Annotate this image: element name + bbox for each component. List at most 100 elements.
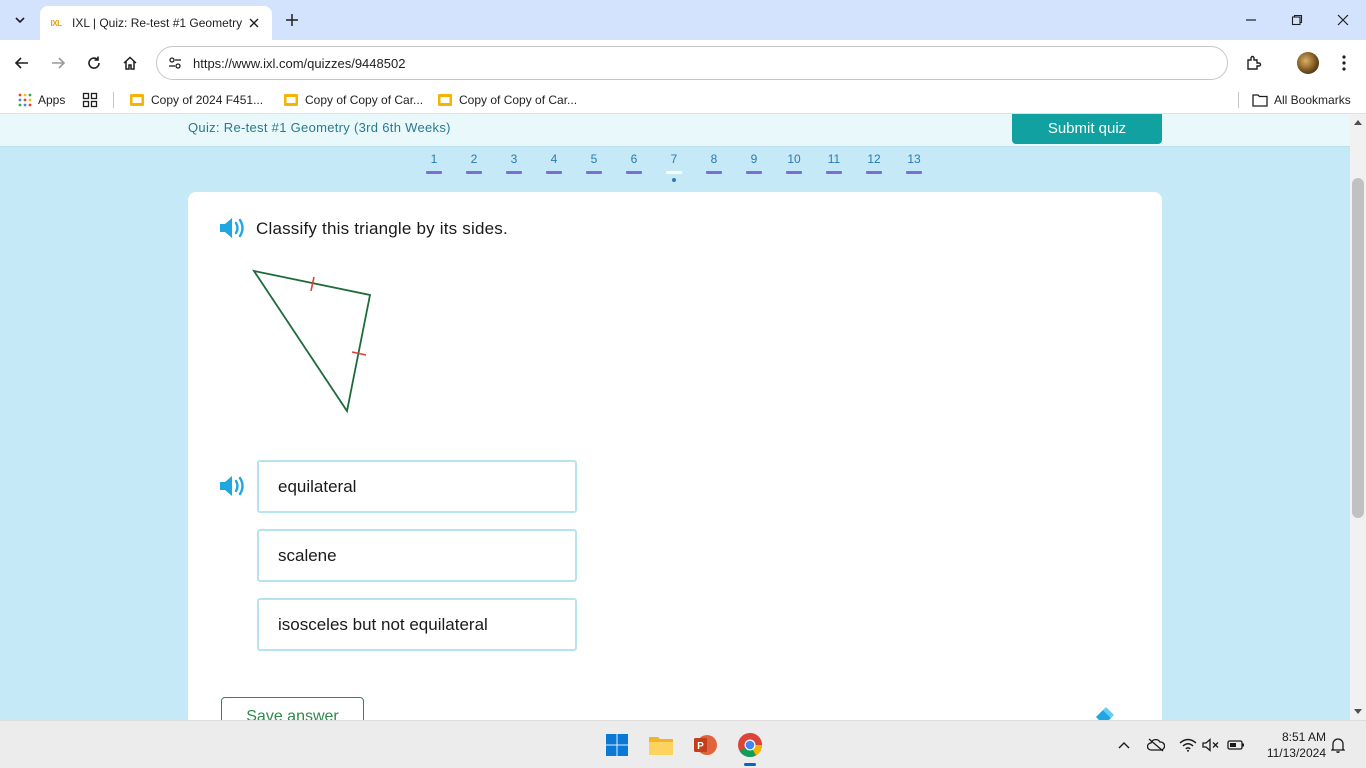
triangle-figure [252, 269, 372, 414]
page-scrollbar[interactable] [1350, 114, 1366, 720]
bookmark-tab-groups[interactable] [82, 90, 104, 110]
question-progress-bar [906, 171, 922, 174]
question-nav-item[interactable]: 1 [414, 152, 454, 182]
question-nav-number: 10 [787, 152, 801, 166]
site-settings-icon[interactable] [157, 55, 193, 71]
clock-date: 11/13/2024 [1266, 746, 1326, 760]
file-explorer-icon[interactable] [645, 729, 677, 761]
scrollbar-thumb[interactable] [1352, 178, 1364, 518]
active-app-indicator [744, 763, 756, 766]
avatar [1297, 52, 1319, 74]
triangle-shape [252, 269, 372, 414]
question-progress-bar [626, 171, 642, 174]
choice-isosceles[interactable]: isosceles but not equilateral [257, 598, 577, 651]
svg-text:P: P [697, 741, 704, 752]
close-window-icon[interactable] [1320, 0, 1366, 40]
question-progress-bar [826, 171, 842, 174]
forward-arrow-icon[interactable] [44, 49, 72, 77]
tab-search-chevron-icon[interactable] [8, 8, 32, 32]
question-progress-bar [586, 171, 602, 174]
question-nav-item[interactable]: 9 [734, 152, 774, 182]
new-tab-plus-icon[interactable] [280, 8, 304, 32]
browser-toolbar: https://www.ixl.com/quizzes/9448502 [0, 40, 1366, 86]
question-nav-number: 13 [907, 152, 921, 166]
question-progress-bar [506, 171, 522, 174]
bookmark-label: Copy of Copy of Car... [305, 93, 424, 107]
question-nav-number: 5 [590, 152, 598, 166]
question-nav-item[interactable]: 5 [574, 152, 614, 182]
question-nav-number: 9 [750, 152, 758, 166]
question-nav-item[interactable]: 7 [654, 152, 694, 182]
question-nav-item[interactable]: 11 [814, 152, 854, 182]
reload-icon[interactable] [80, 49, 108, 77]
tab-groups-icon [82, 92, 98, 108]
volume-muted-icon[interactable] [1201, 735, 1221, 755]
scratchpad-pencil-icon[interactable] [1093, 707, 1115, 720]
question-nav-item[interactable]: 4 [534, 152, 574, 182]
active-tab[interactable]: IXL IXL | Quiz: Re-test #1 Geometry [40, 6, 272, 40]
minimize-icon[interactable] [1228, 0, 1274, 40]
question-nav-number: 3 [510, 152, 518, 166]
choice-scalene[interactable]: scalene [257, 529, 577, 582]
question-nav-item[interactable]: 3 [494, 152, 534, 182]
restore-icon[interactable] [1274, 0, 1320, 40]
extensions-puzzle-icon[interactable] [1240, 49, 1268, 77]
question-nav-number: 11 [827, 152, 841, 166]
chrome-icon[interactable] [734, 729, 766, 761]
all-bookmarks[interactable]: All Bookmarks [1252, 90, 1351, 110]
bookmark-item[interactable]: Copy of 2024 F451... [129, 90, 263, 110]
scroll-down-arrow-icon[interactable] [1350, 704, 1366, 720]
notification-bell-icon[interactable] [1328, 735, 1348, 755]
bookmark-item[interactable]: Copy of Copy of Car... [437, 90, 577, 110]
tab-strip: IXL IXL | Quiz: Re-test #1 Geometry [0, 0, 1366, 40]
tab-close-icon[interactable] [246, 15, 262, 31]
question-progress-bar [466, 171, 482, 174]
battery-icon[interactable] [1226, 735, 1246, 755]
submit-quiz-button[interactable]: Submit quiz [1012, 114, 1162, 144]
choices-speaker-audio-icon[interactable] [218, 474, 246, 498]
tray-chevron-up-icon[interactable] [1114, 735, 1134, 755]
quiz-header: Quiz: Re-test #1 Geometry (3rd 6th Weeks… [0, 114, 1350, 147]
ixl-page: Quiz: Re-test #1 Geometry (3rd 6th Weeks… [0, 114, 1350, 720]
question-progress-bar [866, 171, 882, 174]
slides-doc-icon [283, 92, 299, 108]
question-progress-bar [786, 171, 802, 174]
kebab-menu-icon[interactable] [1330, 49, 1358, 77]
speaker-audio-icon[interactable] [218, 216, 246, 240]
question-nav-item[interactable]: 2 [454, 152, 494, 182]
tab-title: IXL | Quiz: Re-test #1 Geometry [72, 16, 243, 30]
profile-avatar[interactable] [1294, 49, 1322, 77]
bookmark-apps[interactable]: Apps [18, 90, 65, 110]
url-text[interactable]: https://www.ixl.com/quizzes/9448502 [193, 56, 405, 71]
scroll-up-arrow-icon[interactable] [1350, 114, 1366, 130]
address-bar[interactable]: https://www.ixl.com/quizzes/9448502 [156, 46, 1228, 80]
question-text: Classify this triangle by its sides. [256, 219, 508, 238]
question-nav-number: 2 [470, 152, 478, 166]
choice-equilateral[interactable]: equilateral [257, 460, 577, 513]
bookmark-item[interactable]: Copy of Copy of Car... [283, 90, 423, 110]
question-progress-bar [746, 171, 762, 174]
wifi-icon[interactable] [1178, 735, 1198, 755]
question-nav-item[interactable]: 13 [894, 152, 934, 182]
question-nav-item[interactable]: 12 [854, 152, 894, 182]
question-nav-item[interactable]: 10 [774, 152, 814, 182]
all-bookmarks-label: All Bookmarks [1274, 93, 1351, 107]
question-nav-number: 1 [430, 152, 438, 166]
question-nav-item[interactable]: 6 [614, 152, 654, 182]
windows-start-icon[interactable] [601, 729, 633, 761]
question-nav-item[interactable]: 8 [694, 152, 734, 182]
question-nav-number: 12 [867, 152, 881, 166]
back-arrow-icon[interactable] [8, 49, 36, 77]
question-nav-number: 4 [550, 152, 558, 166]
home-icon[interactable] [116, 49, 144, 77]
powerpoint-icon[interactable]: P [689, 729, 721, 761]
save-answer-button[interactable]: Save answer [221, 697, 364, 720]
system-clock[interactable]: 8:51 AM 11/13/2024 [1256, 729, 1326, 761]
apps-grid-icon [18, 93, 32, 107]
bookmark-label: Copy of Copy of Car... [459, 93, 578, 107]
bookmarks-bar: Apps Copy of 2024 F451... Copy of Copy o… [0, 86, 1366, 114]
clock-time: 8:51 AM [1281, 730, 1326, 744]
question-progress-bar [546, 171, 562, 174]
onedrive-offline-icon[interactable] [1146, 735, 1166, 755]
windows-taskbar: P 8:51 AM 11/13/2024 [0, 720, 1366, 768]
